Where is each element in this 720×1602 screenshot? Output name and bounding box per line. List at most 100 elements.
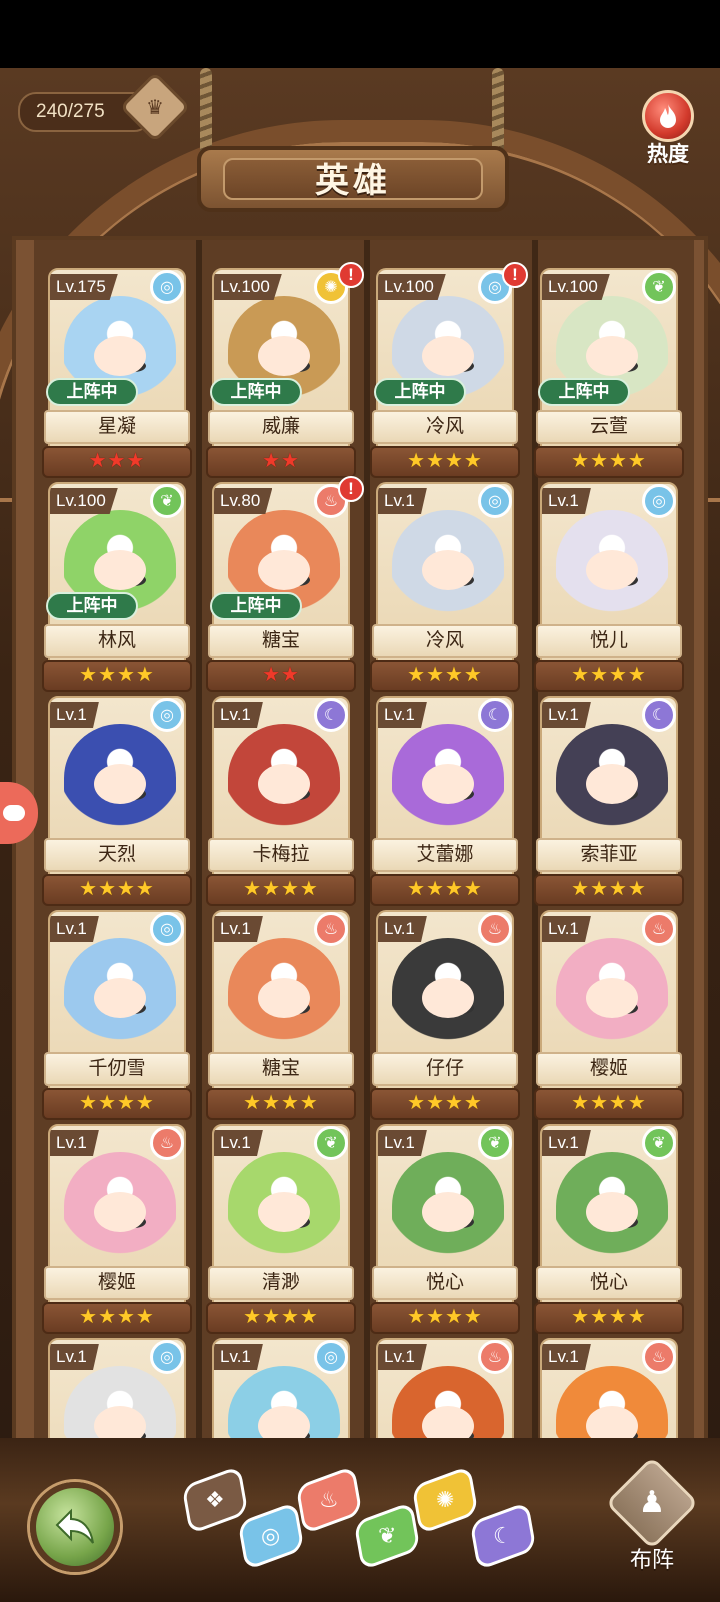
hot-label: 热度 xyxy=(647,143,689,166)
hero-stars: ★★★★ xyxy=(42,874,192,906)
hero-level: Lv.100 xyxy=(542,274,610,300)
wind-element-icon: ❦ xyxy=(150,484,184,518)
deployed-badge: 上阵中 xyxy=(210,378,302,406)
hero-card[interactable]: Lv.1 ◎ 悦儿 ★★★★ xyxy=(534,482,684,696)
hero-card[interactable]: Lv.1 ♨ 仔仔 ★★★★ xyxy=(370,910,520,1124)
fire-filter-icon: ♨ xyxy=(319,1487,339,1513)
title-board: 英雄 xyxy=(197,146,509,212)
water-filter-icon: ◎ xyxy=(261,1523,281,1549)
hero-portrait xyxy=(64,938,176,1046)
fire-element-icon: ♨ xyxy=(150,1126,184,1160)
hero-card[interactable]: Lv.100 ❦ 上阵中 云萱 ★★★★ xyxy=(534,268,684,482)
hero-level: Lv.1 xyxy=(214,702,263,728)
hero-portrait xyxy=(228,938,340,1046)
hero-stars: ★★ xyxy=(206,660,356,692)
hero-stars: ★★★★ xyxy=(534,874,684,906)
hero-level: Lv.1 xyxy=(378,702,427,728)
hero-stars: ★★★★ xyxy=(534,660,684,692)
hero-level: Lv.1 xyxy=(50,1344,99,1370)
hero-name: 千仞雪 xyxy=(44,1052,190,1086)
back-button[interactable] xyxy=(30,1482,120,1572)
hero-stars: ★★★★ xyxy=(534,1088,684,1120)
hero-stars: ★★★★ xyxy=(370,446,520,478)
hero-card[interactable]: Lv.1 ♨ 糖宝 ★★★★ xyxy=(206,910,356,1124)
light-filter-icon: ✺ xyxy=(435,1487,455,1512)
hero-card[interactable]: Lv.1 ◎ 冷风 ★★★★ xyxy=(370,482,520,696)
hero-level: Lv.1 xyxy=(542,702,591,728)
deploy-button[interactable]: ♟ 布阵 xyxy=(605,1456,699,1574)
alert-icon: ! xyxy=(338,262,364,288)
hero-card[interactable]: Lv.1 ❦ 悦心 ★★★★ xyxy=(370,1124,520,1338)
hero-name: 卡梅拉 xyxy=(208,838,354,872)
wind-filter-icon: ❦ xyxy=(377,1523,397,1548)
deployed-badge: 上阵中 xyxy=(46,592,138,620)
hero-name: 云萱 xyxy=(536,410,682,444)
hero-card[interactable]: Lv.1 ☾ 艾蕾娜 ★★★★ xyxy=(370,696,520,910)
hero-level: Lv.1 xyxy=(542,488,591,514)
hero-grid[interactable]: Lv.175 ◎ 上阵中 星凝 ★★★ Lv.100 ✺! 上阵中 威廉 ★★ Lv.100 ◎! 上阵… xyxy=(34,240,694,1534)
hero-card[interactable]: Lv.1 ☾ 卡梅拉 ★★★★ xyxy=(206,696,356,910)
hero-name: 糖宝 xyxy=(208,1052,354,1086)
hero-name: 索菲亚 xyxy=(536,838,682,872)
hero-level: Lv.1 xyxy=(214,916,263,942)
water-element-icon: ◎ xyxy=(478,484,512,518)
moon-element-icon: ☾ xyxy=(642,698,676,732)
hero-card[interactable]: Lv.100 ◎! 上阵中 冷风 ★★★★ xyxy=(370,262,528,482)
hero-card[interactable]: Lv.1 ♨ 樱姬 ★★★★ xyxy=(534,910,684,1124)
hero-name: 威廉 xyxy=(208,410,354,444)
hero-card[interactable]: Lv.1 ◎ 千仞雪 ★★★★ xyxy=(42,910,192,1124)
hero-level: Lv.1 xyxy=(214,1344,263,1370)
alert-icon: ! xyxy=(338,476,364,502)
water-element-icon: ◎ xyxy=(150,912,184,946)
hot-button[interactable]: 热度 xyxy=(636,90,700,166)
fire-element-icon: ♨ xyxy=(642,912,676,946)
hero-stars: ★★★★ xyxy=(206,874,356,906)
gamepad-icon xyxy=(3,805,25,821)
hero-portrait xyxy=(392,510,504,618)
back-arrow-icon xyxy=(55,1508,94,1544)
hero-portrait xyxy=(556,938,668,1046)
wind-element-icon: ❦ xyxy=(642,270,676,304)
hero-name: 悦心 xyxy=(372,1266,518,1300)
hero-name: 悦心 xyxy=(536,1266,682,1300)
hero-stars: ★★★★ xyxy=(42,660,192,692)
crown-icon: ♛ xyxy=(146,96,164,119)
deployed-badge: 上阵中 xyxy=(374,378,466,406)
hero-level: Lv.100 xyxy=(378,274,446,300)
fire-element-icon: ♨ xyxy=(478,912,512,946)
moon-element-icon: ☾ xyxy=(478,698,512,732)
hero-level: Lv.1 xyxy=(542,1130,591,1156)
hero-name: 清渺 xyxy=(208,1266,354,1300)
hero-level: Lv.1 xyxy=(378,488,427,514)
hero-level: Lv.1 xyxy=(50,702,99,728)
water-element-icon: ◎ xyxy=(150,698,184,732)
hero-card[interactable]: Lv.1 ❦ 清渺 ★★★★ xyxy=(206,1124,356,1338)
hero-name: 仔仔 xyxy=(372,1052,518,1086)
page-title: 英雄 xyxy=(223,158,483,200)
hero-level: Lv.1 xyxy=(378,1130,427,1156)
hero-level: Lv.100 xyxy=(214,274,282,300)
hero-card[interactable]: Lv.1 ♨ 樱姬 ★★★★ xyxy=(42,1124,192,1338)
deploy-label: 布阵 xyxy=(629,1547,674,1572)
deployed-badge: 上阵中 xyxy=(210,592,302,620)
hero-stars: ★★★★ xyxy=(370,1088,520,1120)
hero-panel: Lv.175 ◎ 上阵中 星凝 ★★★ Lv.100 ✺! 上阵中 威廉 ★★ Lv.100 ◎! 上阵… xyxy=(12,236,708,1534)
hero-name: 樱姬 xyxy=(44,1266,190,1300)
hero-stars: ★★★★ xyxy=(534,1302,684,1334)
water-element-icon: ◎ xyxy=(150,1340,184,1374)
water-element-icon: ◎ xyxy=(314,1340,348,1374)
hero-portrait xyxy=(556,1152,668,1260)
hero-stars: ★★★★ xyxy=(370,874,520,906)
hero-card[interactable]: Lv.100 ❦ 上阵中 林风 ★★★★ xyxy=(42,482,192,696)
hero-card[interactable]: Lv.100 ✺! 上阵中 威廉 ★★ xyxy=(206,262,364,482)
hero-name: 林风 xyxy=(44,624,190,658)
hero-name: 糖宝 xyxy=(208,624,354,658)
hero-card[interactable]: Lv.175 ◎ 上阵中 星凝 ★★★ xyxy=(42,268,192,482)
hero-card[interactable]: Lv.80 ♨! 上阵中 糖宝 ★★ xyxy=(206,476,364,696)
fire-element-icon: ♨ xyxy=(478,1340,512,1374)
hero-stars: ★★★★ xyxy=(206,1088,356,1120)
hero-stars: ★★★★ xyxy=(370,660,520,692)
hero-card[interactable]: Lv.1 ◎ 天烈 ★★★★ xyxy=(42,696,192,910)
hero-card[interactable]: Lv.1 ❦ 悦心 ★★★★ xyxy=(534,1124,684,1338)
hero-card[interactable]: Lv.1 ☾ 索菲亚 ★★★★ xyxy=(534,696,684,910)
